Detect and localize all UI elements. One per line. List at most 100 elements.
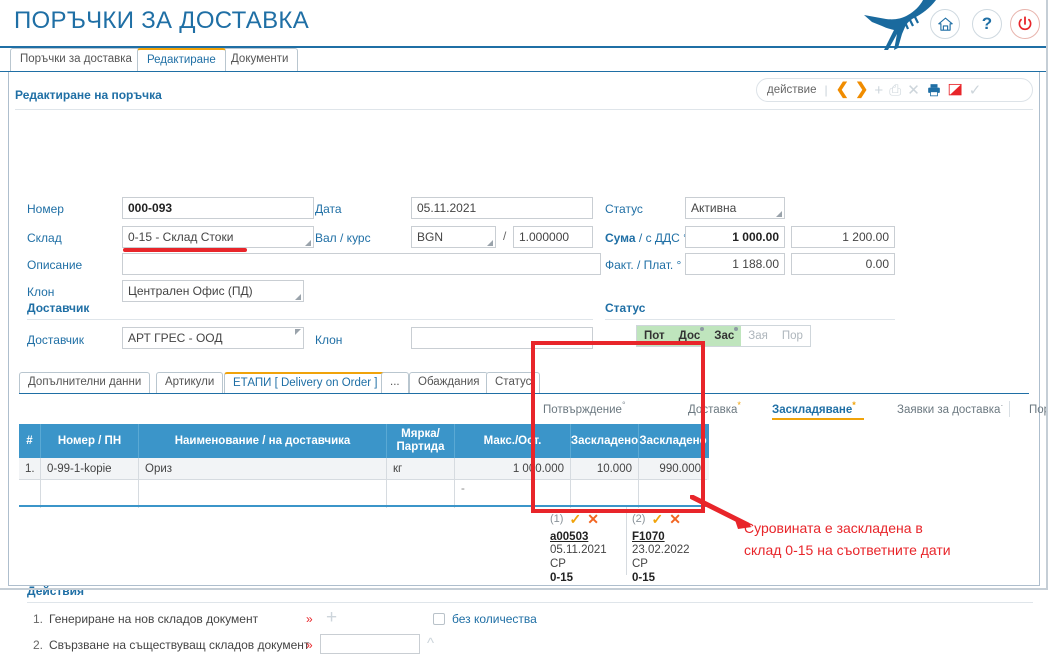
- delete-record-button[interactable]: ✕: [907, 83, 920, 98]
- section-title: Редактиране на поръчка: [15, 88, 162, 102]
- klon-input[interactable]: Централен Офис (ПД): [122, 280, 304, 302]
- subtab-artikuli[interactable]: Артикули: [156, 372, 224, 393]
- help-button[interactable]: ?: [972, 9, 1002, 39]
- label-nomer: Номер: [27, 202, 64, 216]
- sklad-input[interactable]: 0-15 - Склад Стоки: [122, 226, 314, 248]
- linktab-potvarzhdenie-sup: °: [621, 400, 626, 410]
- action-2-input[interactable]: [320, 634, 420, 654]
- label-dostavchik: Доставчик: [27, 333, 85, 347]
- subcell-name: [139, 480, 387, 508]
- group-header-dostavchik: Доставчик: [27, 301, 90, 315]
- tab-documents[interactable]: Документи: [221, 48, 299, 71]
- status-pill-dos[interactable]: Дос: [671, 326, 708, 346]
- dostavchik-input[interactable]: АРТ ГРЕС - ООД: [122, 327, 304, 349]
- divider-actions: [27, 602, 1033, 603]
- document-date: 23.02.2022 СР: [632, 544, 690, 570]
- kurs-input[interactable]: 1.000000: [513, 226, 593, 248]
- linktab-zaskladyavane-label: Заскладяване: [772, 403, 853, 416]
- linktab-dostavka[interactable]: Доставка*: [688, 400, 741, 416]
- valuta-input[interactable]: BGN: [411, 226, 496, 248]
- status-pill-zas[interactable]: Зас: [707, 326, 742, 346]
- resize-handle-icon: [305, 240, 311, 246]
- copy-record-button[interactable]: ⎙: [889, 83, 901, 98]
- action-1-checkbox[interactable]: [433, 613, 445, 625]
- table-subrow[interactable]: -: [19, 480, 709, 508]
- divider-dostavchik: [27, 319, 593, 320]
- tab-orders[interactable]: Поръчки за доставка: [10, 48, 142, 71]
- linktab-zayavki-za-dostavka[interactable]: Заявки за доставка·: [897, 400, 1003, 416]
- divider-top: [15, 109, 1033, 110]
- plat-input[interactable]: 0.00: [791, 253, 895, 275]
- status-pill-zaya[interactable]: Зая: [741, 326, 775, 346]
- group-header-status: Статус: [605, 301, 646, 315]
- subcell-nomer: [41, 480, 139, 508]
- grid-col-maks: Макс./Ост.: [455, 424, 571, 458]
- status-dot-icon: [734, 327, 739, 331]
- action-label: действие: [767, 84, 817, 96]
- prev-record-button[interactable]: ❮: [836, 82, 849, 98]
- data-input[interactable]: 05.11.2021: [411, 197, 593, 219]
- klon-value: Централен Офис (ПД): [128, 284, 253, 298]
- next-record-button[interactable]: ❯: [855, 82, 868, 98]
- label-data: Дата: [315, 202, 342, 216]
- cell-index: 1.: [19, 458, 41, 480]
- tab-edit[interactable]: Редактиране: [137, 48, 226, 71]
- subcell-maks: -: [455, 480, 571, 508]
- check-icon[interactable]: ✓: [651, 512, 663, 526]
- chevron-up-icon[interactable]: ^: [427, 635, 434, 652]
- check-icon[interactable]: ✓: [569, 512, 581, 526]
- close-icon[interactable]: ✕: [669, 512, 681, 526]
- document-link[interactable]: a00503: [550, 531, 621, 543]
- power-button[interactable]: [1010, 9, 1040, 39]
- label-val-kurs: Вал / курс: [315, 231, 371, 245]
- label-suma-bold: Сума: [605, 231, 636, 245]
- resize-handle-icon: [776, 211, 782, 217]
- printer-icon[interactable]: [926, 83, 942, 97]
- grid-col-nomer: Номер / ПН: [41, 424, 139, 458]
- linktab-potvarzhdenie[interactable]: Потвърждение°: [543, 400, 626, 416]
- cell-maks: 1 000.000: [455, 458, 571, 480]
- document-index: (1): [550, 513, 564, 525]
- status-pill-dos-label: Дос: [678, 330, 701, 342]
- label-dostavchik-klon: Клон: [315, 333, 343, 347]
- document-link[interactable]: F1070: [632, 531, 704, 543]
- grid-col-zaskladeno-1: Заскладено: [571, 424, 639, 458]
- grid-header-row: # Номер / ПН Наименование / на доставчик…: [19, 424, 709, 458]
- action-1-number: 1.: [33, 612, 44, 626]
- add-record-button[interactable]: +: [874, 83, 883, 98]
- status-pill-pot[interactable]: Пот: [637, 326, 672, 346]
- table-row[interactable]: 1. 0-99-1-kopie Ориз кг 1 000.000 10.000…: [19, 458, 709, 480]
- action-2-chevron-icon: »: [306, 638, 313, 652]
- suma-ddc-input[interactable]: 1 200.00: [791, 226, 895, 248]
- sklad-highlight: [123, 248, 247, 252]
- action-1-plus-button[interactable]: +: [326, 608, 337, 627]
- linktab-zaskladyavane[interactable]: Заскладяване*: [772, 400, 856, 416]
- bird-logo-icon: [864, 0, 936, 50]
- status-pill-por[interactable]: Пор: [774, 326, 810, 346]
- export-icon[interactable]: [948, 83, 963, 97]
- close-icon[interactable]: ✕: [587, 512, 599, 526]
- label-suma-rest: / с ДДС °: [635, 231, 688, 245]
- status-select[interactable]: Активна: [685, 197, 785, 219]
- subtab-status[interactable]: Статус: [486, 372, 541, 393]
- opisanie-input[interactable]: [122, 253, 601, 275]
- valuta-value: BGN: [417, 230, 444, 244]
- divider-status: [605, 319, 895, 320]
- subtab-obazhdaniya[interactable]: Обаждания: [409, 372, 489, 393]
- confirm-button[interactable]: ✓: [969, 83, 982, 98]
- subtab-dopulnitelni-danni[interactable]: Допълнителни данни: [19, 372, 151, 393]
- document-card-1[interactable]: (1) ✓ ✕ a00503 05.11.2021 СР 0-15: [545, 507, 627, 584]
- linktab-zayavki-label: Заявки за доставка: [897, 403, 1001, 416]
- actions-header: Действия: [27, 584, 85, 598]
- linktab-potvarzhdenie-label: Потвърждение: [543, 403, 622, 416]
- dostavchik-klon-input[interactable]: [411, 327, 593, 349]
- subtab-etapi[interactable]: ЕТАПИ [ Delivery on Order ]: [224, 372, 387, 393]
- linktab-porachki-na-klienti[interactable]: Поръчки на клиенти·: [1029, 400, 1048, 416]
- document-card-2[interactable]: (2) ✓ ✕ F1070 23.02.2022 СР 0-15: [627, 507, 709, 584]
- grid-col-name: Наименование / на доставчика: [139, 424, 387, 458]
- subtab-more[interactable]: ...: [381, 372, 409, 393]
- fakt-input[interactable]: 1 188.00: [685, 253, 785, 275]
- suma-input[interactable]: 1 000.00: [685, 226, 785, 248]
- home-button[interactable]: [930, 9, 960, 39]
- nomer-input[interactable]: 000-093: [122, 197, 314, 219]
